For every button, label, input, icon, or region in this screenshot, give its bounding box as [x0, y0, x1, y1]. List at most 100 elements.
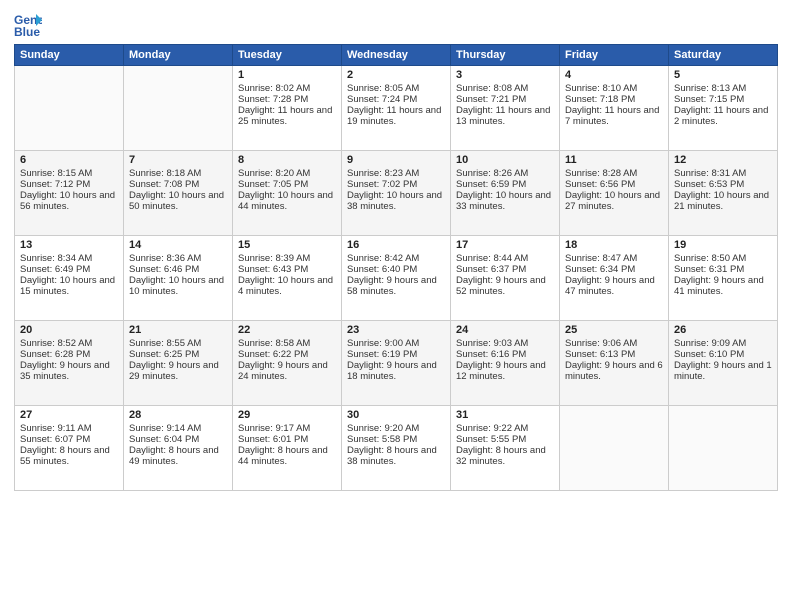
calendar-cell: 21 Sunrise: 8:55 AMSunset: 6:25 PMDayligh… [124, 321, 233, 406]
day-info: Daylight: 9 hours and 18 minutes. [347, 360, 445, 382]
day-info: Daylight: 10 hours and 44 minutes. [238, 190, 336, 212]
day-info: Sunset: 6:40 PM [347, 264, 445, 275]
calendar-cell: 5Sunrise: 8:13 AMSunset: 7:15 PMDaylight… [669, 66, 778, 151]
calendar-cell: 10Sunrise: 8:26 AMSunset: 6:59 PMDayligh… [451, 151, 560, 236]
day-number: 16 [347, 239, 445, 251]
weekday-header: Monday [124, 45, 233, 66]
calendar-container: General Blue SundayMondayTuesdayWednesda… [0, 0, 792, 612]
day-info: Daylight: 9 hours and 29 minutes. [129, 360, 227, 382]
day-info: Daylight: 9 hours and 58 minutes. [347, 275, 445, 297]
calendar-cell: 4Sunrise: 8:10 AMSunset: 7:18 PMDaylight… [560, 66, 669, 151]
svg-text:Blue: Blue [14, 25, 40, 38]
day-info: Sunset: 7:02 PM [347, 179, 445, 190]
day-number: 23 [347, 324, 445, 336]
day-info: Sunrise: 9:11 AM [20, 423, 118, 434]
calendar-cell: 17Sunrise: 8:44 AMSunset: 6:37 PMDayligh… [451, 236, 560, 321]
day-number: 21 [129, 324, 227, 336]
day-info: Sunrise: 8:47 AM [565, 253, 663, 264]
day-info: Daylight: 10 hours and 21 minutes. [674, 190, 772, 212]
day-info: Sunrise: 8:36 AM [129, 253, 227, 264]
day-info: Sunrise: 9:00 AM [347, 338, 445, 349]
logo: General Blue [14, 10, 46, 38]
calendar-header: SundayMondayTuesdayWednesdayThursdayFrid… [15, 45, 778, 66]
day-info: Daylight: 9 hours and 35 minutes. [20, 360, 118, 382]
calendar-cell [15, 66, 124, 151]
day-info: Daylight: 9 hours and 1 minute. [674, 360, 772, 382]
day-info: Sunrise: 9:03 AM [456, 338, 554, 349]
day-info: Daylight: 9 hours and 6 minutes. [565, 360, 663, 382]
day-number: 22 [238, 324, 336, 336]
day-info: Daylight: 8 hours and 32 minutes. [456, 445, 554, 467]
day-info: Sunset: 6:13 PM [565, 349, 663, 360]
day-info: Sunrise: 8:39 AM [238, 253, 336, 264]
day-info: Daylight: 11 hours and 13 minutes. [456, 105, 554, 127]
day-number: 4 [565, 69, 663, 81]
day-info: Sunrise: 8:34 AM [20, 253, 118, 264]
day-info: Sunset: 7:08 PM [129, 179, 227, 190]
day-info: Sunrise: 8:50 AM [674, 253, 772, 264]
day-info: Sunrise: 8:44 AM [456, 253, 554, 264]
day-number: 19 [674, 239, 772, 251]
day-number: 11 [565, 154, 663, 166]
day-number: 9 [347, 154, 445, 166]
day-info: Sunset: 6:04 PM [129, 434, 227, 445]
weekday-header: Tuesday [233, 45, 342, 66]
day-info: Sunset: 6:22 PM [238, 349, 336, 360]
day-info: Sunset: 6:43 PM [238, 264, 336, 275]
calendar-cell: 3Sunrise: 8:08 AMSunset: 7:21 PMDaylight… [451, 66, 560, 151]
calendar-cell: 14Sunrise: 8:36 AMSunset: 6:46 PMDayligh… [124, 236, 233, 321]
day-info: Sunset: 7:28 PM [238, 94, 336, 105]
day-info: Sunset: 7:15 PM [674, 94, 772, 105]
day-info: Sunrise: 8:28 AM [565, 168, 663, 179]
calendar-cell: 16Sunrise: 8:42 AMSunset: 6:40 PMDayligh… [342, 236, 451, 321]
day-number: 20 [20, 324, 118, 336]
day-number: 25 [565, 324, 663, 336]
day-info: Daylight: 9 hours and 24 minutes. [238, 360, 336, 382]
day-info: Daylight: 10 hours and 33 minutes. [456, 190, 554, 212]
day-number: 29 [238, 409, 336, 421]
calendar-cell: 24Sunrise: 9:03 AMSunset: 6:16 PMDayligh… [451, 321, 560, 406]
day-info: Sunset: 6:25 PM [129, 349, 227, 360]
calendar-cell: 29Sunrise: 9:17 AMSunset: 6:01 PMDayligh… [233, 406, 342, 491]
day-info: Daylight: 10 hours and 15 minutes. [20, 275, 118, 297]
calendar-cell: 6Sunrise: 8:15 AMSunset: 7:12 PMDaylight… [15, 151, 124, 236]
weekday-header: Thursday [451, 45, 560, 66]
day-info: Sunrise: 8:05 AM [347, 83, 445, 94]
day-info: Daylight: 9 hours and 41 minutes. [674, 275, 772, 297]
day-number: 30 [347, 409, 445, 421]
calendar-cell: 28Sunrise: 9:14 AMSunset: 6:04 PMDayligh… [124, 406, 233, 491]
day-info: Sunrise: 8:18 AM [129, 168, 227, 179]
day-info: Sunrise: 8:26 AM [456, 168, 554, 179]
day-info: Daylight: 9 hours and 47 minutes. [565, 275, 663, 297]
day-info: Sunrise: 8:10 AM [565, 83, 663, 94]
calendar-cell [560, 406, 669, 491]
day-number: 18 [565, 239, 663, 251]
day-number: 12 [674, 154, 772, 166]
day-info: Sunrise: 8:55 AM [129, 338, 227, 349]
day-info: Sunrise: 8:31 AM [674, 168, 772, 179]
day-info: Daylight: 11 hours and 2 minutes. [674, 105, 772, 127]
weekday-header: Wednesday [342, 45, 451, 66]
day-info: Sunrise: 8:02 AM [238, 83, 336, 94]
calendar-cell: 25 Sunrise: 9:06 AMSunset: 6:13 PMDayligh… [560, 321, 669, 406]
calendar-cell [669, 406, 778, 491]
calendar-cell [124, 66, 233, 151]
day-info: Sunset: 7:21 PM [456, 94, 554, 105]
day-number: 17 [456, 239, 554, 251]
calendar-cell: 15Sunrise: 8:39 AMSunset: 6:43 PMDayligh… [233, 236, 342, 321]
weekday-header: Friday [560, 45, 669, 66]
day-info: Daylight: 8 hours and 38 minutes. [347, 445, 445, 467]
calendar-cell: 23Sunrise: 9:00 AMSunset: 6:19 PMDayligh… [342, 321, 451, 406]
day-info: Daylight: 10 hours and 56 minutes. [20, 190, 118, 212]
day-info: Sunset: 6:49 PM [20, 264, 118, 275]
calendar-cell: 13Sunrise: 8:34 AMSunset: 6:49 PMDayligh… [15, 236, 124, 321]
day-info: Sunset: 7:18 PM [565, 94, 663, 105]
calendar-cell: 20Sunrise: 8:52 AMSunset: 6:28 PMDayligh… [15, 321, 124, 406]
day-info: Sunset: 7:05 PM [238, 179, 336, 190]
calendar-cell: 7Sunrise: 8:18 AMSunset: 7:08 PMDaylight… [124, 151, 233, 236]
day-number: 24 [456, 324, 554, 336]
day-number: 26 [674, 324, 772, 336]
day-info: Sunrise: 9:06 AM [565, 338, 663, 349]
day-info: Sunset: 6:16 PM [456, 349, 554, 360]
day-info: Sunset: 7:12 PM [20, 179, 118, 190]
